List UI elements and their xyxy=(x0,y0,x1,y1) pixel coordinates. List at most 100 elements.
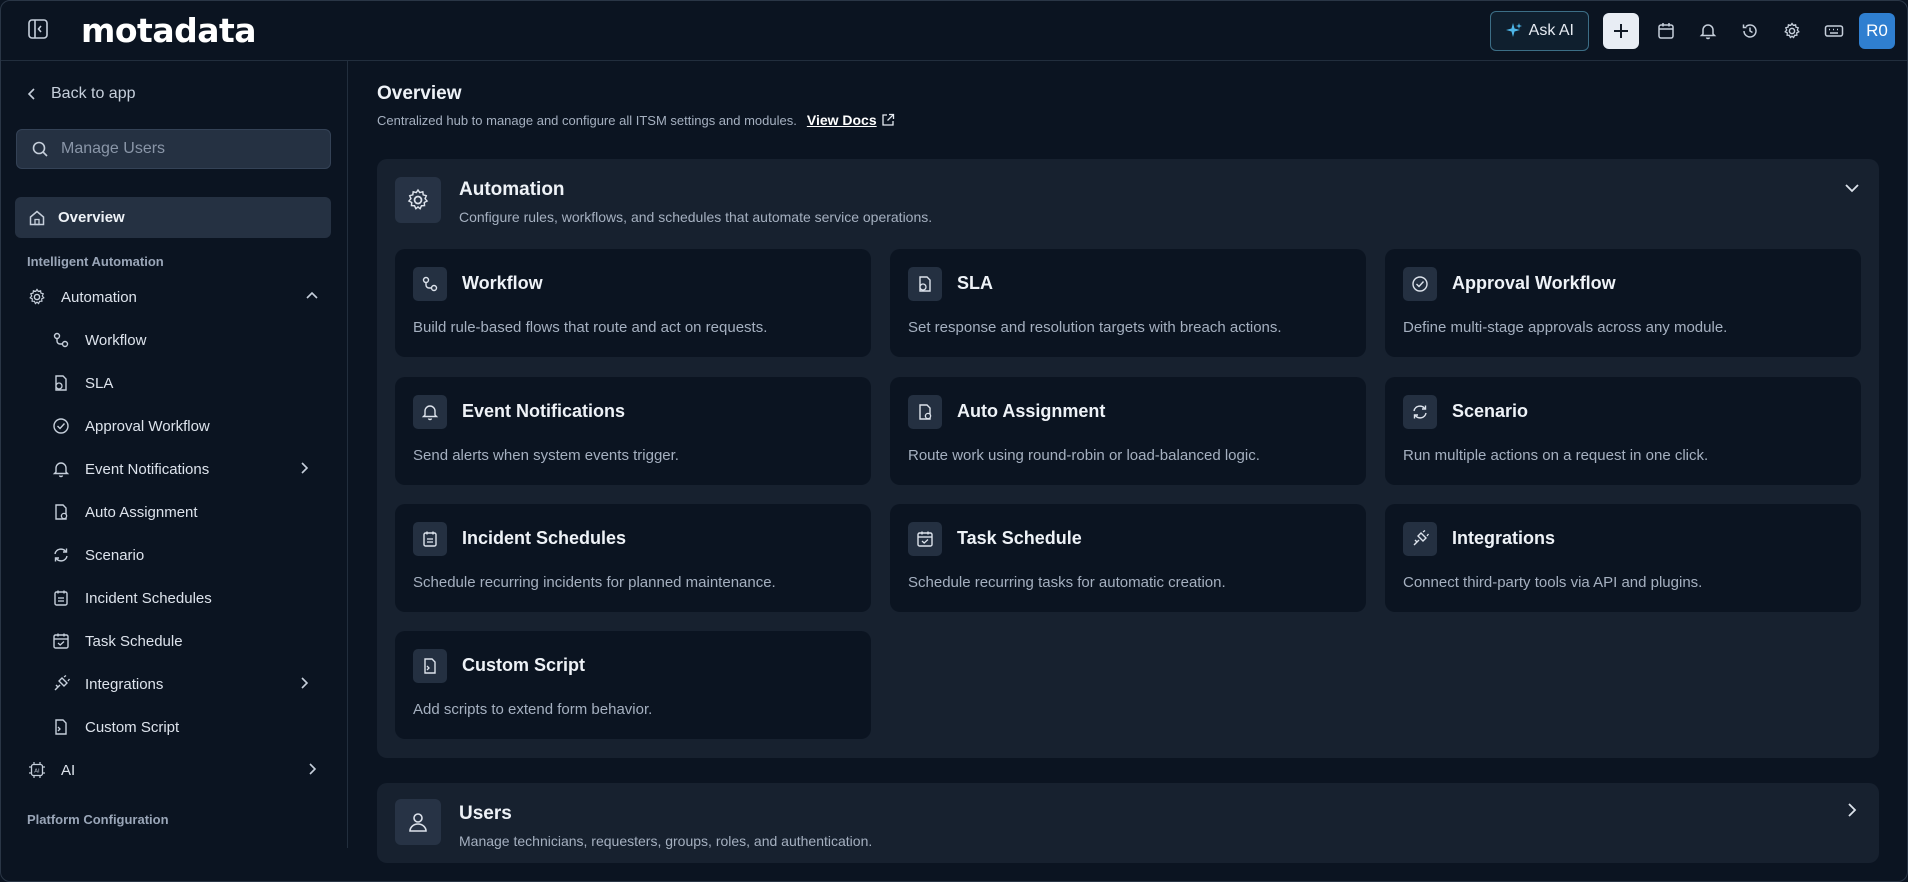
create-button[interactable] xyxy=(1603,13,1639,49)
sidebar-item-scenario[interactable]: Scenario xyxy=(51,540,311,570)
card-title: Integrations xyxy=(1452,528,1556,548)
automation-panel: Automation Configure rules, workflows, a… xyxy=(377,159,1879,758)
sla-icon xyxy=(51,373,71,393)
view-docs-label: View Docs xyxy=(806,112,877,128)
chevron-right-icon[interactable] xyxy=(297,676,311,690)
chevron-up-icon[interactable] xyxy=(305,289,319,303)
sidebar-item-label: Task Schedule xyxy=(85,632,183,650)
card-description: Define multi-stage approvals across any … xyxy=(1403,319,1728,336)
gear-icon[interactable] xyxy=(1771,11,1813,51)
sidebar-item-label: Approval Workflow xyxy=(85,417,210,435)
view-docs-link[interactable]: View Docs xyxy=(807,112,895,128)
svg-text:AI: AI xyxy=(34,768,40,774)
sidebar-item-workflow[interactable]: Workflow xyxy=(51,325,311,355)
app-window: motadata Ask AI R0 Back to app Manage Us… xyxy=(0,0,1908,882)
check-circle-icon xyxy=(51,416,71,436)
plug-icon xyxy=(51,674,71,694)
back-label: Back to app xyxy=(51,85,136,102)
main-content: Overview Centralized hub to manage and c… xyxy=(349,61,1907,863)
sla-icon xyxy=(908,267,942,301)
sidebar-item-ai[interactable]: AI AI xyxy=(27,755,323,785)
page-subtitle-text: Centralized hub to manage and configure … xyxy=(377,112,797,128)
sidebar-item-label: Event Notifications xyxy=(85,460,210,478)
sidebar-item-automation[interactable]: Automation xyxy=(27,282,323,312)
sidebar-collapse-icon[interactable] xyxy=(27,18,49,40)
card-incident-schedules[interactable]: Incident Schedules Schedule recurring in… xyxy=(395,504,871,612)
app-logo: motadata xyxy=(81,11,257,50)
search-icon xyxy=(31,140,49,158)
bell-icon[interactable] xyxy=(1687,11,1729,51)
card-event-notifications[interactable]: Event Notifications Send alerts when sys… xyxy=(395,377,871,485)
page-subtitle: Centralized hub to manage and configure … xyxy=(377,112,895,128)
sidebar-item-label: Automation xyxy=(61,288,137,306)
chevron-right-icon[interactable] xyxy=(297,461,311,475)
back-to-app-link[interactable]: Back to app xyxy=(27,85,136,103)
sidebar-item-custom-script[interactable]: Custom Script xyxy=(51,712,311,742)
gear-icon xyxy=(27,287,47,307)
sidebar: Back to app Overview Intelligent Automat… xyxy=(1,61,348,848)
sidebar-item-label: Auto Assignment xyxy=(85,503,198,521)
script-icon xyxy=(413,649,447,683)
user-avatar[interactable]: R0 xyxy=(1859,13,1895,49)
calendar-check-icon xyxy=(908,522,942,556)
sidebar-item-approval-workflow[interactable]: Approval Workflow xyxy=(51,411,311,441)
sidebar-item-label: Overview xyxy=(58,209,125,226)
sidebar-item-label: AI xyxy=(61,761,76,779)
sidebar-search[interactable] xyxy=(16,129,331,169)
workflow-icon xyxy=(51,330,71,350)
sidebar-item-integrations[interactable]: Integrations xyxy=(51,669,311,699)
card-sla[interactable]: SLA Set response and resolution targets … xyxy=(890,249,1366,357)
sidebar-item-auto-assignment[interactable]: Auto Assignment xyxy=(51,497,311,527)
sidebar-item-label: Incident Schedules xyxy=(85,589,212,607)
card-description: Schedule recurring tasks for automatic c… xyxy=(908,574,1226,591)
automation-panel-description: Configure rules, workflows, and schedule… xyxy=(459,209,933,225)
card-title: Scenario xyxy=(1452,401,1529,421)
card-description: Build rule-based flows that route and ac… xyxy=(413,319,768,336)
search-input[interactable] xyxy=(61,140,311,158)
calendar-icon[interactable] xyxy=(1645,11,1687,51)
card-auto-assignment[interactable]: Auto Assignment Route work using round-r… xyxy=(890,377,1366,485)
sparkle-icon xyxy=(1505,22,1523,40)
card-task-schedule[interactable]: Task Schedule Schedule recurring tasks f… xyxy=(890,504,1366,612)
card-workflow[interactable]: Workflow Build rule-based flows that rou… xyxy=(395,249,871,357)
ask-ai-button[interactable]: Ask AI xyxy=(1489,11,1589,51)
keyboard-icon[interactable] xyxy=(1813,11,1855,51)
card-scenario[interactable]: Scenario Run multiple actions on a reque… xyxy=(1385,377,1861,485)
sidebar-item-label: Custom Script xyxy=(85,718,180,736)
card-integrations[interactable]: Integrations Connect third-party tools v… xyxy=(1385,504,1861,612)
automation-panel-title: Automation xyxy=(459,179,565,200)
ai-chip-icon: AI xyxy=(27,760,47,780)
gear-icon xyxy=(395,177,441,223)
card-description: Send alerts when system events trigger. xyxy=(413,447,679,464)
card-description: Run multiple actions on a request in one… xyxy=(1403,447,1709,464)
card-custom-script[interactable]: Custom Script Add scripts to extend form… xyxy=(395,631,871,739)
users-panel-description: Manage technicians, requesters, groups, … xyxy=(459,833,873,849)
chevron-right-icon[interactable] xyxy=(305,762,319,776)
sidebar-item-label: Scenario xyxy=(85,546,145,564)
home-icon xyxy=(28,209,46,227)
card-description: Schedule recurring incidents for planned… xyxy=(413,574,776,591)
sidebar-item-task-schedule[interactable]: Task Schedule xyxy=(51,626,311,656)
calendar-list-icon xyxy=(51,588,71,608)
auto-assign-icon xyxy=(908,395,942,429)
ask-ai-label: Ask AI xyxy=(1528,22,1574,39)
chevron-down-icon[interactable] xyxy=(1843,179,1861,197)
card-title: Approval Workflow xyxy=(1452,273,1616,293)
sidebar-item-incident-schedules[interactable]: Incident Schedules xyxy=(51,583,311,613)
external-link-icon xyxy=(881,113,895,127)
history-icon[interactable] xyxy=(1729,11,1771,51)
calendar-check-icon xyxy=(51,631,71,651)
users-panel[interactable]: Users Manage technicians, requesters, gr… xyxy=(377,783,1879,863)
card-title: Task Schedule xyxy=(957,528,1082,548)
card-title: Workflow xyxy=(462,273,543,293)
sidebar-item-sla[interactable]: SLA xyxy=(51,368,311,398)
bell-icon xyxy=(413,395,447,429)
refresh-icon xyxy=(51,545,71,565)
sidebar-item-overview[interactable]: Overview xyxy=(15,197,331,238)
chevron-right-icon[interactable] xyxy=(1843,801,1861,819)
card-approval-workflow[interactable]: Approval Workflow Define multi-stage app… xyxy=(1385,249,1861,357)
sidebar-item-event-notifications[interactable]: Event Notifications xyxy=(51,454,311,484)
card-title: Event Notifications xyxy=(462,401,626,421)
card-description: Set response and resolution targets with… xyxy=(908,319,1282,336)
user-icon xyxy=(395,799,441,845)
